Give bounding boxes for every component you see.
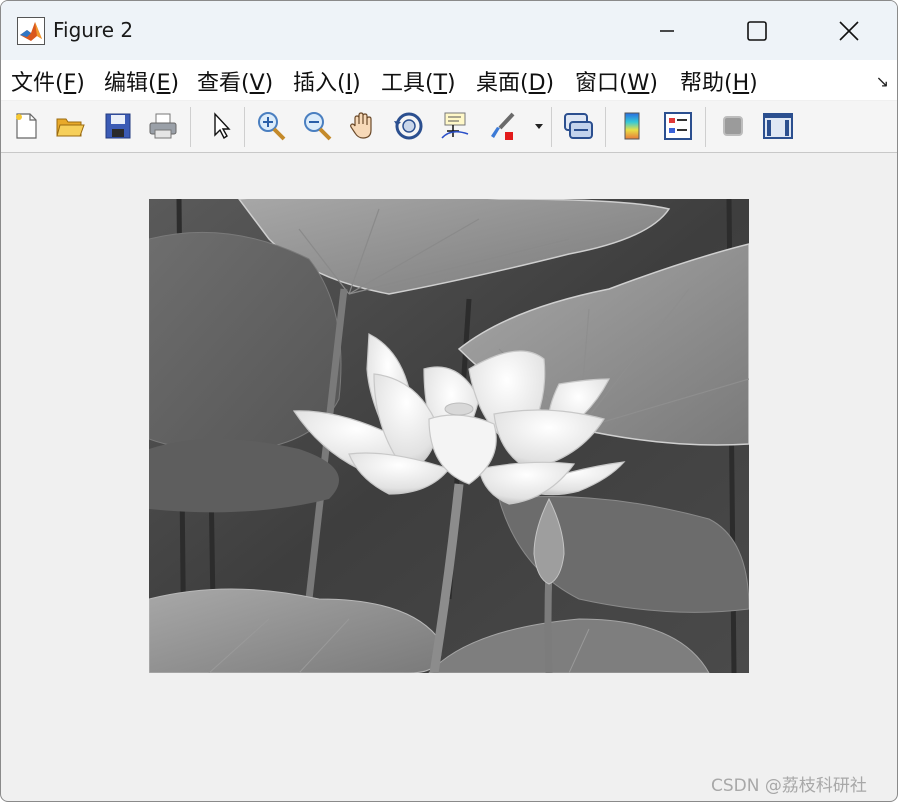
figure-toolbar — [1, 101, 897, 153]
link-plot-icon — [564, 113, 593, 139]
open-file-icon — [56, 118, 85, 137]
brush-dropdown-icon — [535, 124, 543, 129]
new-figure-icon — [16, 113, 37, 139]
menu-accelerator: T — [433, 71, 448, 96]
menu-label: 插入( — [293, 71, 346, 96]
hide-plot-tools-button[interactable] — [716, 109, 750, 143]
menu-accelerator: F — [63, 71, 77, 96]
menu-insert[interactable]: 插入(I) — [293, 65, 361, 97]
data-cursor-button[interactable] — [438, 109, 472, 143]
rotate-3d-button[interactable] — [392, 109, 426, 143]
menu-view[interactable]: 查看(V) — [197, 65, 273, 97]
menu-label: 窗口( — [575, 71, 628, 96]
menu-label-end: ) — [749, 71, 758, 96]
menu-accelerator: H — [732, 71, 750, 96]
hide-plot-tools-icon — [723, 116, 743, 136]
menu-label-end: ) — [76, 71, 85, 96]
pan-hand-icon — [350, 112, 372, 139]
menu-desktop[interactable]: 桌面(D) — [476, 65, 554, 97]
save-icon — [105, 113, 131, 139]
toolbar-separator — [551, 107, 552, 147]
brush-button[interactable] — [486, 109, 520, 143]
maximize-icon — [747, 20, 767, 41]
save-button[interactable] — [101, 109, 135, 143]
matlab-logo-icon — [17, 17, 45, 45]
minimize-button[interactable] — [621, 1, 713, 60]
menu-label-end: ) — [447, 71, 456, 96]
menu-label: 文件( — [11, 71, 64, 96]
menu-accelerator: D — [528, 71, 546, 96]
menu-label-end: ) — [264, 71, 274, 96]
minimize-icon — [660, 29, 674, 32]
colorbar-button[interactable] — [615, 109, 649, 143]
toolbar-separator — [705, 107, 706, 147]
menu-label: 查看( — [197, 71, 250, 96]
window-title: Figure 2 — [53, 18, 134, 42]
menu-help[interactable]: 帮助(H) — [680, 65, 758, 97]
figure-window: Figure 2 文件(F) 编辑(E) 查看(V) 插入(I) 工具(T) 桌… — [0, 0, 898, 802]
brush-dropdown-button[interactable] — [529, 109, 549, 143]
show-plot-tools-icon — [763, 113, 793, 139]
menu-label: 帮助( — [680, 71, 733, 96]
zoom-in-button[interactable] — [254, 109, 288, 143]
menu-accelerator: W — [627, 71, 650, 96]
data-cursor-icon — [441, 112, 469, 139]
open-file-button[interactable] — [53, 109, 87, 143]
legend-icon — [664, 112, 692, 140]
menu-tools[interactable]: 工具(T) — [381, 65, 456, 97]
zoom-out-button[interactable] — [300, 109, 334, 143]
brush-icon — [491, 112, 515, 140]
close-button[interactable] — [803, 1, 895, 60]
select-arrow-icon — [214, 112, 231, 140]
legend-button[interactable] — [661, 109, 695, 143]
menu-window[interactable]: 窗口(W) — [575, 65, 658, 97]
dock-arrow-icon[interactable]: ↘ — [876, 72, 889, 91]
menu-label-end: ) — [352, 71, 361, 96]
watermark-text: CSDN @荔枝科研社 — [711, 776, 867, 796]
menu-bar: 文件(F) 编辑(E) 查看(V) 插入(I) 工具(T) 桌面(D) 窗口(W… — [1, 60, 897, 100]
menu-label: 工具( — [381, 71, 434, 96]
toolbar-separator — [605, 107, 606, 147]
link-plot-button[interactable] — [561, 109, 595, 143]
select-arrow-button[interactable] — [204, 109, 238, 143]
lotus-image — [149, 199, 749, 673]
close-icon — [839, 20, 859, 41]
menu-accelerator: E — [156, 71, 171, 96]
toolbar-separator — [244, 107, 245, 147]
menu-label-end: ) — [545, 71, 555, 96]
menu-label-end: ) — [649, 71, 658, 96]
new-figure-button[interactable] — [9, 109, 43, 143]
menu-accelerator: V — [249, 71, 265, 96]
zoom-in-icon — [258, 112, 286, 141]
menu-file[interactable]: 文件(F) — [11, 65, 85, 97]
toolbar-separator — [190, 107, 191, 147]
print-button[interactable] — [146, 109, 180, 143]
title-bar[interactable]: Figure 2 — [1, 1, 897, 60]
menu-label: 桌面( — [476, 71, 529, 96]
rotate-3d-icon — [394, 112, 423, 140]
pan-button[interactable] — [346, 109, 380, 143]
menu-label: 编辑( — [104, 71, 157, 96]
menu-edit[interactable]: 编辑(E) — [104, 65, 179, 97]
zoom-out-icon — [304, 112, 332, 141]
maximize-button[interactable] — [711, 1, 803, 60]
colorbar-icon — [624, 112, 640, 140]
menu-label-end: ) — [170, 71, 180, 96]
print-icon — [149, 113, 177, 139]
show-plot-tools-button[interactable] — [761, 109, 795, 143]
